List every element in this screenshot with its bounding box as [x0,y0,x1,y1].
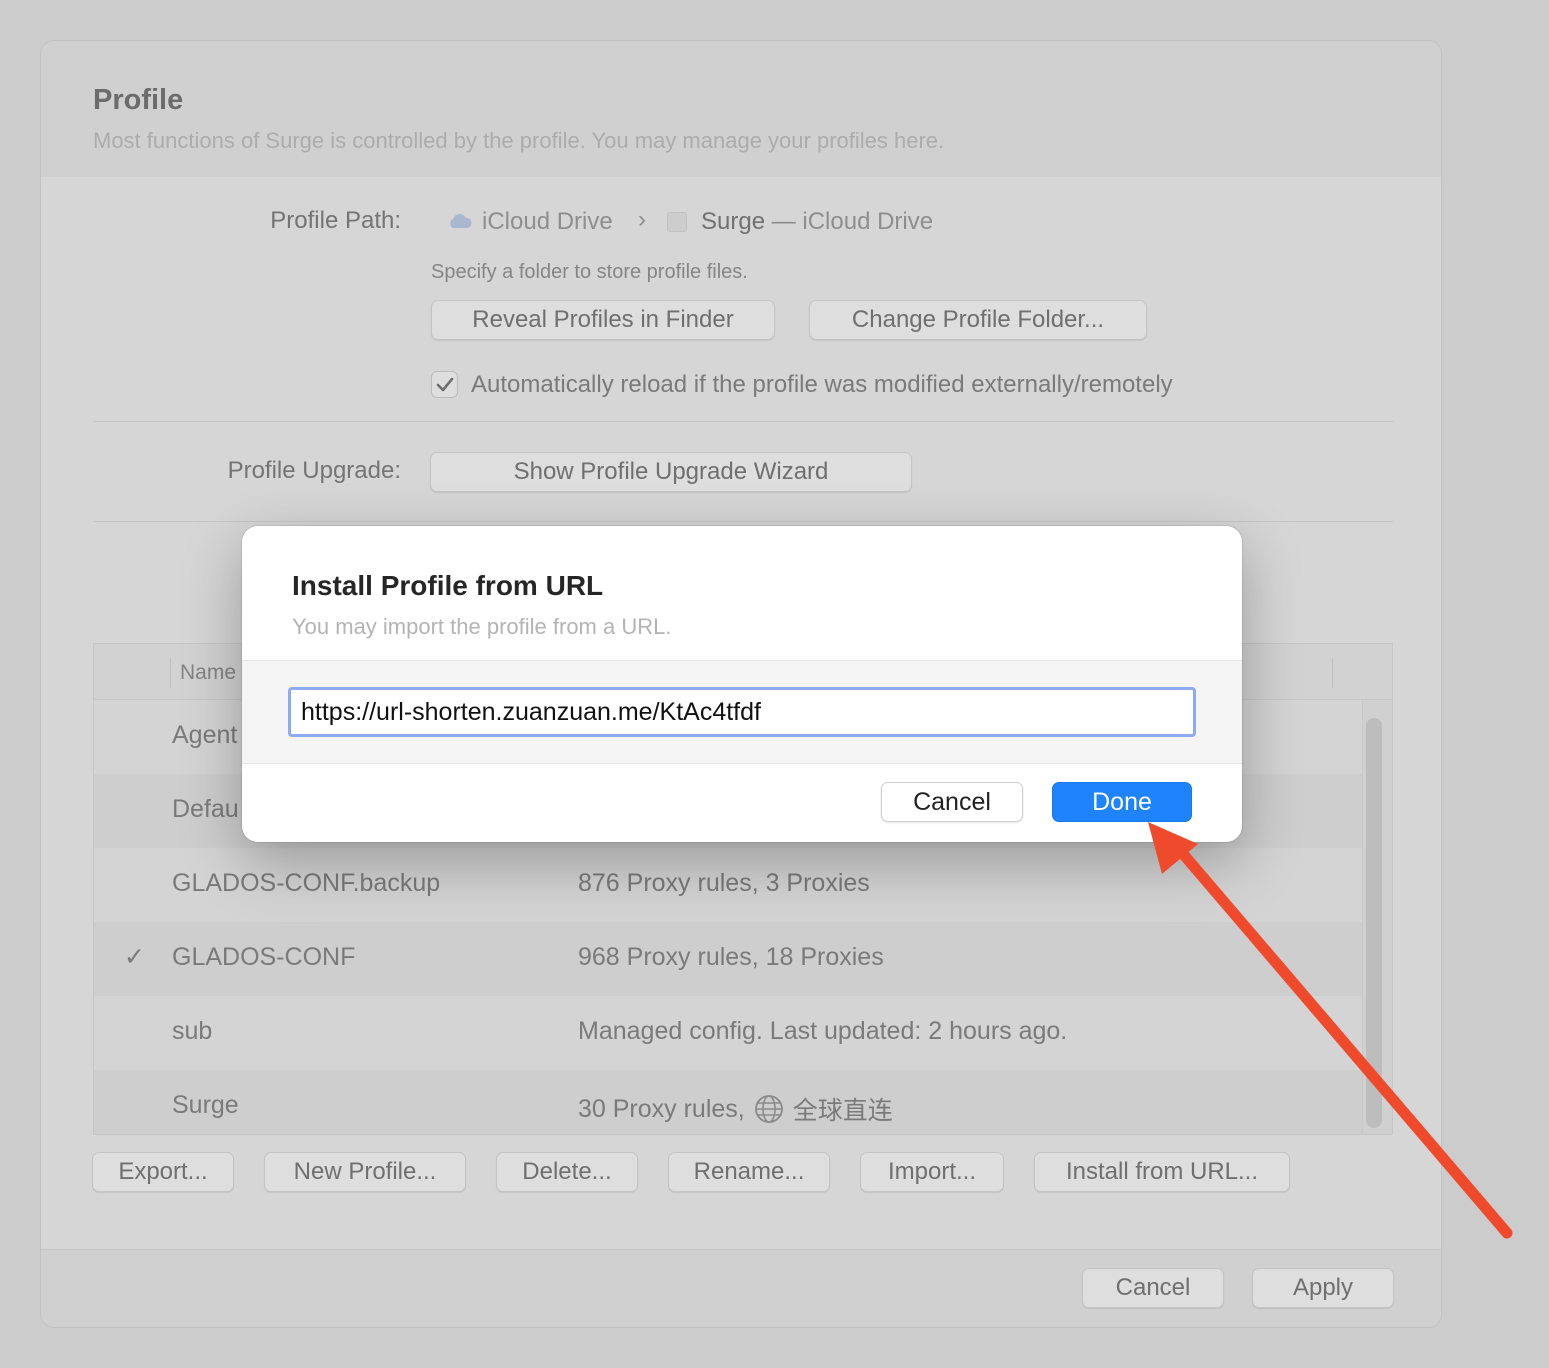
delete-button[interactable]: Delete... [496,1152,638,1192]
column-header-name[interactable]: Name [180,661,236,685]
profile-upgrade-label: Profile Upgrade: [227,457,401,484]
folder-icon [667,212,687,232]
profile-name: GLADOS-CONF.backup [172,869,441,897]
page-title: Profile [93,84,184,116]
profile-name: GLADOS-CONF [172,943,356,971]
profile-name: Defau [172,795,239,823]
path-chevron-icon: › [638,206,646,233]
profile-name: Surge [172,1091,239,1119]
profile-description: 968 Proxy rules, 18 Proxies [578,943,884,971]
reveal-profiles-button[interactable]: Reveal Profiles in Finder [431,300,775,340]
profile-description-text: 30 Proxy rules, [578,1094,745,1123]
window-footer [41,1249,1441,1327]
icloud-icon [450,214,472,228]
footer-apply-button[interactable]: Apply [1252,1268,1394,1308]
rename-button[interactable]: Rename... [668,1152,830,1192]
path-segment-surge[interactable]: Surge — iCloud Drive [701,208,933,236]
profile-description: Managed config. Last updated: 2 hours ag… [578,1017,1068,1045]
profile-path-label: Profile Path: [270,207,401,234]
table-row[interactable]: sub Managed config. Last updated: 2 hour… [94,996,1362,1070]
import-button[interactable]: Import... [860,1152,1004,1192]
profile-name: sub [172,1017,213,1045]
table-row[interactable]: ✓ GLADOS-CONF 968 Proxy rules, 18 Proxie… [94,922,1362,996]
dialog-input-area: https://url-shorten.zuanzuan.me/KtAc4tfd… [242,660,1242,764]
dialog-done-button[interactable]: Done [1052,782,1192,822]
profile-description: 30 Proxy rules, 全球直连 [578,1091,893,1127]
table-row[interactable]: Surge 30 Proxy rules, 全球直连 [94,1070,1362,1134]
active-profile-check-icon: ✓ [124,943,145,971]
install-from-url-button[interactable]: Install from URL... [1034,1152,1290,1192]
profile-description: 876 Proxy rules, 3 Proxies [578,869,870,897]
path-folder-location: — iCloud Drive [771,208,934,235]
show-upgrade-wizard-button[interactable]: Show Profile Upgrade Wizard [430,452,912,492]
table-scrollbar-thumb[interactable] [1366,718,1382,1128]
column-divider [1332,658,1333,688]
window-header: Profile Most functions of Surge is contr… [41,41,1441,177]
profile-folder-hint: Specify a folder to store profile files. [431,261,748,283]
table-row[interactable]: GLADOS-CONF.backup 876 Proxy rules, 3 Pr… [94,848,1362,922]
new-profile-button[interactable]: New Profile... [264,1152,466,1192]
dialog-title: Install Profile from URL [292,570,604,601]
globe-icon [754,1095,783,1123]
page-subtitle: Most functions of Surge is controlled by… [93,128,945,153]
path-folder-name: Surge [701,208,766,235]
checkmark-icon [436,377,453,391]
export-button[interactable]: Export... [92,1152,234,1192]
footer-cancel-button[interactable]: Cancel [1082,1268,1224,1308]
url-input[interactable]: https://url-shorten.zuanzuan.me/KtAc4tfd… [288,687,1196,737]
auto-reload-checkbox[interactable] [431,371,458,398]
path-segment-icloud[interactable]: iCloud Drive [482,208,613,236]
install-profile-dialog: Install Profile from URL You may import … [242,526,1242,842]
section-divider [93,421,1393,422]
section-divider [93,521,1393,522]
change-profile-folder-button[interactable]: Change Profile Folder... [809,300,1147,340]
dialog-subtitle: You may import the profile from a URL. [292,614,672,639]
dialog-cancel-button[interactable]: Cancel [881,782,1023,822]
column-divider [170,658,171,688]
profile-name: Agent [172,721,238,749]
auto-reload-label[interactable]: Automatically reload if the profile was … [471,371,1173,399]
policy-name: 全球直连 [792,1097,893,1125]
